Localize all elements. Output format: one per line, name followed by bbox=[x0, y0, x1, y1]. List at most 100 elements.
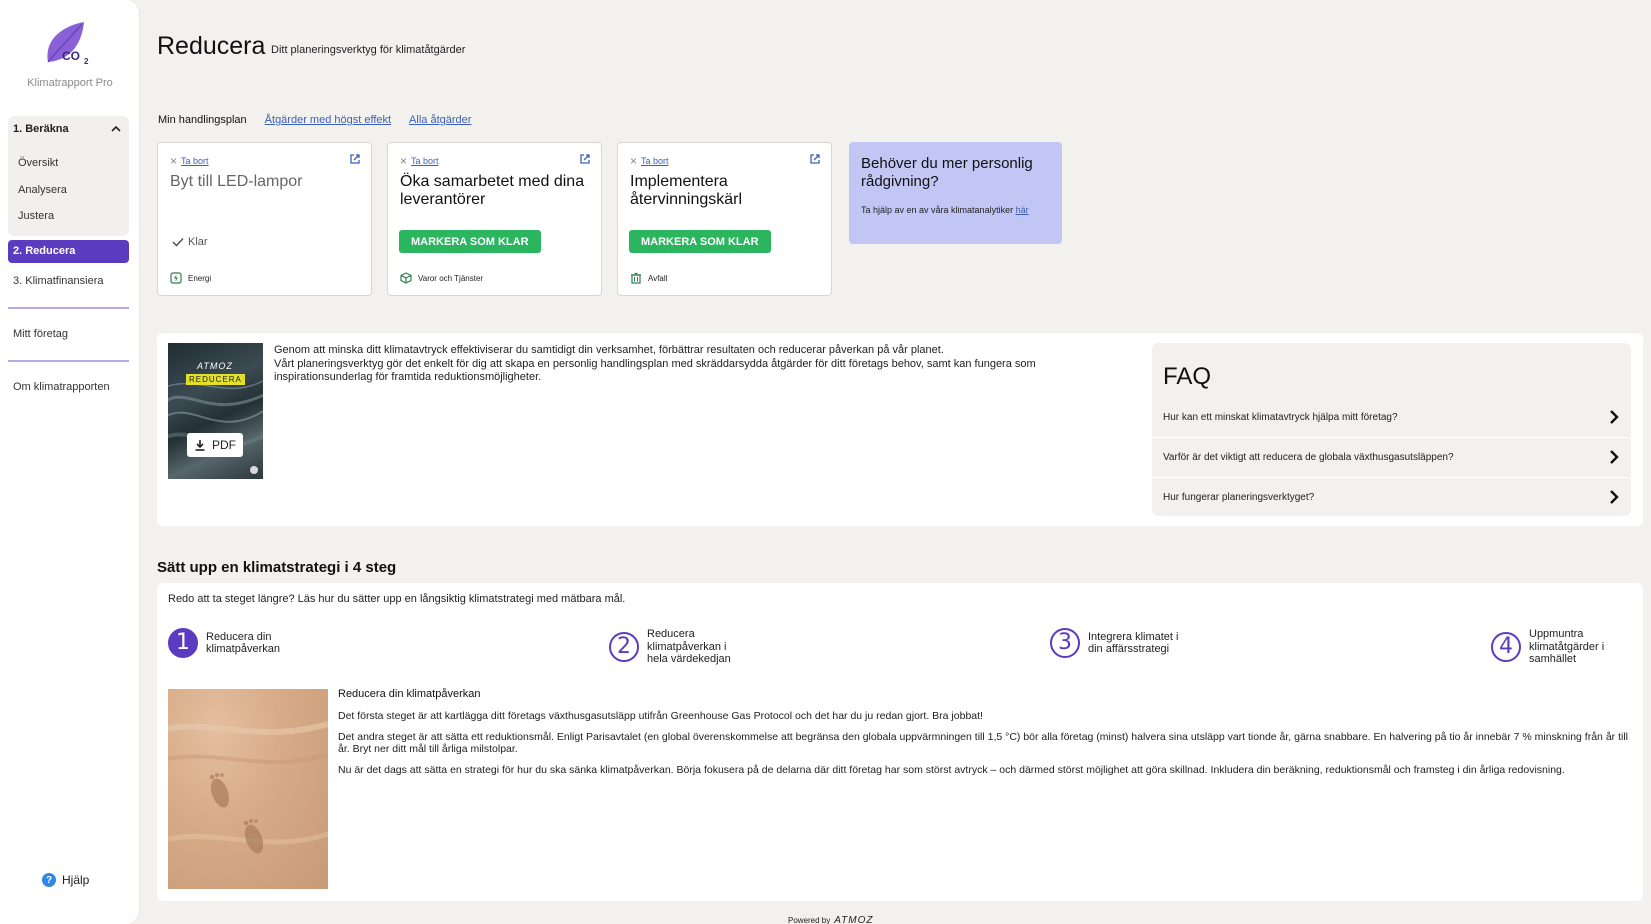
help-label: Hjälp bbox=[62, 873, 90, 887]
nav-group-label[interactable]: 1. Beräkna bbox=[13, 123, 69, 135]
faq-question: Hur fungerar planeringsverktyget? bbox=[1163, 491, 1315, 503]
close-icon: × bbox=[400, 154, 408, 168]
intro-panel: ATMOZ REDUCERA PDF Genom att minska ditt… bbox=[157, 333, 1643, 526]
category-label: Avfall bbox=[648, 273, 668, 283]
sand-footprints-image bbox=[168, 689, 328, 889]
question-icon: ? bbox=[42, 873, 56, 887]
external-link-icon[interactable] bbox=[349, 153, 361, 165]
step-label: Reducera klimatpåverkan i hela värdekedj… bbox=[647, 628, 731, 665]
strategy-step-4[interactable]: 4 Uppmuntra klimatåtgärder i samhället bbox=[1491, 628, 1619, 666]
step-paragraph: Nu är det dags att sätta en strategi för… bbox=[338, 764, 1565, 776]
done-status: Klar bbox=[172, 236, 208, 248]
report-tag: REDUCERA bbox=[186, 374, 245, 385]
sidebar-item-klimatfinansiera[interactable]: 3. Klimatfinansiera bbox=[13, 275, 104, 287]
sidebar-item-oversikt[interactable]: Översikt bbox=[18, 157, 58, 169]
tab-hogst-effekt[interactable]: Åtgärder med högst effekt bbox=[265, 114, 391, 126]
energy-icon bbox=[170, 272, 182, 284]
pdf-label: PDF bbox=[212, 438, 236, 452]
powered-by-label: Powered by bbox=[788, 916, 831, 924]
report-brand: ATMOZ bbox=[197, 361, 233, 371]
svg-text:CO: CO bbox=[62, 49, 80, 63]
sidebar-item-reducera[interactable]: 2. Reducera bbox=[8, 240, 129, 263]
faq-item[interactable]: Hur kan ett minskat klimatavtryck hjälpa… bbox=[1163, 397, 1620, 437]
chevron-right-icon bbox=[1610, 410, 1619, 424]
action-card: × Ta bort Implementera återvinningskärl … bbox=[617, 142, 832, 296]
tab-min-handlingsplan[interactable]: Min handlingsplan bbox=[158, 114, 247, 126]
remove-label: Ta bort bbox=[181, 156, 209, 166]
advice-heading: Behöver du mer personlig rådgivning? bbox=[861, 155, 1033, 190]
remove-button[interactable]: × Ta bort bbox=[400, 154, 439, 168]
category-tag: Varor och Tjänster bbox=[400, 272, 483, 284]
step-paragraph: Det andra steget är att sätta ett redukt… bbox=[338, 731, 1628, 755]
card-title: Öka samarbetet med dina leverantörer bbox=[400, 173, 585, 208]
box-icon bbox=[400, 272, 412, 284]
intro-line-1: Genom att minska ditt klimatavtryck effe… bbox=[274, 344, 944, 356]
action-card: × Ta bort Öka samarbetet med dina levera… bbox=[387, 142, 602, 296]
card-title: Implementera återvinningskärl bbox=[630, 173, 743, 208]
step-number: 4 bbox=[1491, 631, 1521, 662]
faq-question: Hur kan ett minskat klimatavtryck hjälpa… bbox=[1163, 411, 1398, 423]
strategy-step-1[interactable]: 1 Reducera din klimatpåverkan bbox=[168, 628, 291, 658]
card-title: Byt till LED-lampor bbox=[170, 173, 303, 190]
svg-text:2: 2 bbox=[84, 57, 89, 66]
tab-alla-atgarder[interactable]: Alla åtgärder bbox=[409, 114, 471, 126]
atmoz-logo: ATMOZ bbox=[834, 915, 874, 924]
download-icon bbox=[195, 440, 205, 451]
footprints-icon bbox=[168, 721, 328, 854]
faq-item[interactable]: Varför är det viktigt att reducera de gl… bbox=[1163, 437, 1620, 477]
step-detail-heading: Reducera din klimatpåverkan bbox=[338, 688, 481, 700]
chevron-right-icon bbox=[1610, 490, 1619, 504]
report-cover-image: ATMOZ REDUCERA PDF bbox=[168, 343, 263, 479]
step-label: Reducera din klimatpåverkan bbox=[206, 630, 280, 656]
advice-link[interactable]: här bbox=[1016, 205, 1029, 215]
step-label: Integrera klimatet i din affärsstrategi bbox=[1088, 630, 1179, 656]
nav-group-berakna: 1. Beräkna Översikt Analysera Justera bbox=[8, 116, 129, 236]
faq-item[interactable]: Hur fungerar planeringsverktyget? bbox=[1163, 477, 1620, 517]
remove-label: Ta bort bbox=[641, 156, 669, 166]
sidebar-item-analysera[interactable]: Analysera bbox=[18, 184, 67, 196]
strategy-step-3[interactable]: 3 Integrera klimatet i din affärsstrateg… bbox=[1050, 628, 1193, 658]
external-link-icon[interactable] bbox=[579, 153, 591, 165]
strategy-step-2[interactable]: 2 Reducera klimatpåverkan i hela värdeke… bbox=[609, 628, 742, 666]
remove-button[interactable]: × Ta bort bbox=[630, 154, 669, 168]
page-title: Reducera bbox=[157, 32, 266, 60]
strategy-title: Sätt upp en klimatstrategi i 4 steg bbox=[157, 559, 397, 576]
app-name: Klimatrapport Pro bbox=[27, 77, 113, 89]
step-paragraph: Det första steget är att kartlägga ditt … bbox=[338, 709, 983, 722]
chevron-up-icon[interactable] bbox=[111, 124, 121, 134]
chevron-right-icon bbox=[1610, 450, 1619, 464]
category-label: Energi bbox=[188, 273, 212, 283]
sidebar-item-justera[interactable]: Justera bbox=[18, 210, 54, 222]
sidebar-item-om-klimatrapporten[interactable]: Om klimatrapporten bbox=[13, 381, 110, 393]
mark-done-button[interactable]: MARKERA SOM KLAR bbox=[399, 230, 541, 253]
powered-by: Powered by ATMOZ bbox=[788, 915, 874, 924]
faq-panel: FAQ Hur kan ett minskat klimatavtryck hj… bbox=[1152, 343, 1631, 516]
category-label: Varor och Tjänster bbox=[418, 273, 484, 283]
advice-body: Ta hjälp av en av våra klimatanalytiker bbox=[861, 205, 1014, 215]
nav-divider bbox=[8, 307, 129, 309]
intro-text: Genom att minska ditt klimatavtryck effe… bbox=[274, 344, 1124, 385]
step-label: Uppmuntra klimatåtgärder i samhället bbox=[1529, 628, 1605, 665]
step-detail: Reducera din klimatpåverkan Det första s… bbox=[338, 688, 1628, 787]
intro-line-2: Vårt planeringsverktyg gör det enkelt fö… bbox=[274, 357, 1036, 384]
action-card: × Ta bort Byt till LED-lampor Klar Energ… bbox=[157, 142, 372, 296]
external-link-icon[interactable] bbox=[809, 153, 821, 165]
page-subtitle: Ditt planeringsverktyg för klimatåtgärde… bbox=[271, 44, 466, 56]
mark-done-button[interactable]: MARKERA SOM KLAR bbox=[629, 230, 771, 253]
co2-leaf-logo-icon: CO 2 bbox=[47, 22, 89, 66]
advice-card: Behöver du mer personlig rådgivning? Ta … bbox=[849, 142, 1062, 244]
faq-question: Varför är det viktigt att reducera de gl… bbox=[1163, 451, 1454, 463]
close-icon: × bbox=[630, 154, 638, 168]
done-label: Klar bbox=[188, 236, 208, 248]
close-icon: × bbox=[170, 154, 178, 168]
faq-title: FAQ bbox=[1163, 363, 1212, 390]
pdf-download-button[interactable]: PDF bbox=[187, 433, 243, 457]
sidebar: CO 2 Klimatrapport Pro 1. Beräkna Översi… bbox=[0, 0, 140, 924]
remove-button[interactable]: × Ta bort bbox=[170, 154, 209, 168]
strategy-lead: Redo att ta steget längre? Läs hur du sä… bbox=[168, 593, 626, 605]
sidebar-item-mitt-foretag[interactable]: Mitt företag bbox=[13, 328, 68, 340]
help-link[interactable]: ? Hjälp bbox=[42, 873, 89, 887]
remove-label: Ta bort bbox=[411, 156, 439, 166]
step-number: 1 bbox=[168, 628, 198, 658]
advice-text: Ta hjälp av en av våra klimatanalytiker … bbox=[861, 204, 1050, 216]
